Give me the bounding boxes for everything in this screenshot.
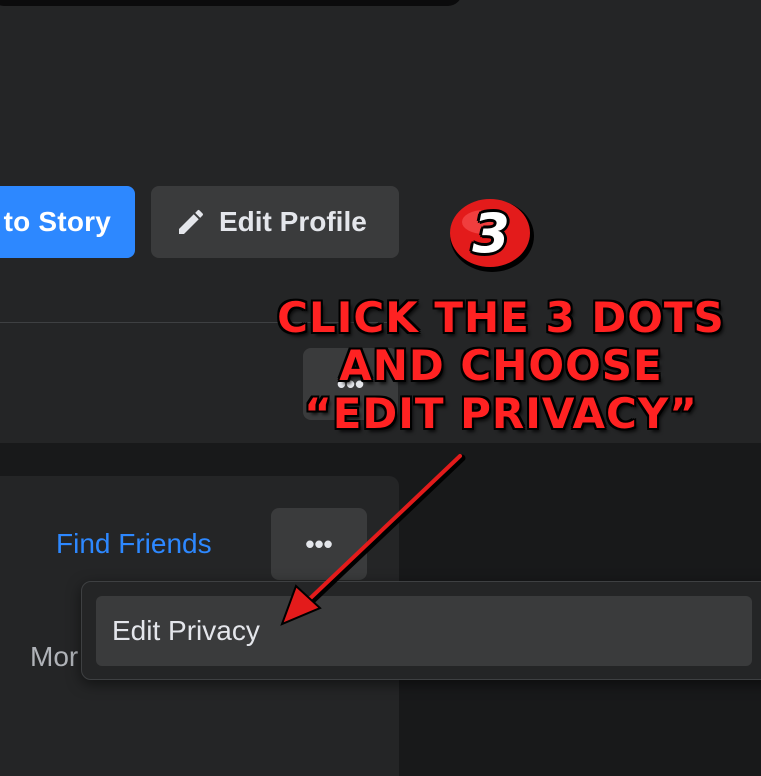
step-number: 3 <box>472 201 510 265</box>
menu-item-label: Edit Privacy <box>112 615 260 646</box>
annotation-line: CLICK THE 3 DOTS <box>277 293 725 342</box>
cover-photo-edge <box>0 0 462 6</box>
edit-profile-button[interactable]: Edit Profile <box>151 186 399 258</box>
edit-profile-label: Edit Profile <box>219 206 367 237</box>
step-badge: 3 <box>446 196 536 274</box>
annotation-line: AND CHOOSE <box>339 341 663 390</box>
options-dropdown-menu: Edit Privacy <box>81 581 761 680</box>
annotation-line: “EDIT PRIVACY” <box>304 389 698 438</box>
add-to-story-button[interactable]: to Story <box>0 186 135 258</box>
find-friends-link[interactable]: Find Friends <box>56 528 212 560</box>
annotation-text: CLICK THE 3 DOTS AND CHOOSE “EDIT PRIVAC… <box>262 294 740 438</box>
menu-item-edit-privacy[interactable]: Edit Privacy <box>96 596 752 666</box>
add-to-story-label: to Story <box>3 206 111 237</box>
more-dots-icon: ••• <box>305 528 333 559</box>
friends-more-options-button[interactable]: ••• <box>271 508 367 580</box>
partial-more-text: Mor <box>30 641 79 672</box>
pencil-icon <box>175 206 207 238</box>
